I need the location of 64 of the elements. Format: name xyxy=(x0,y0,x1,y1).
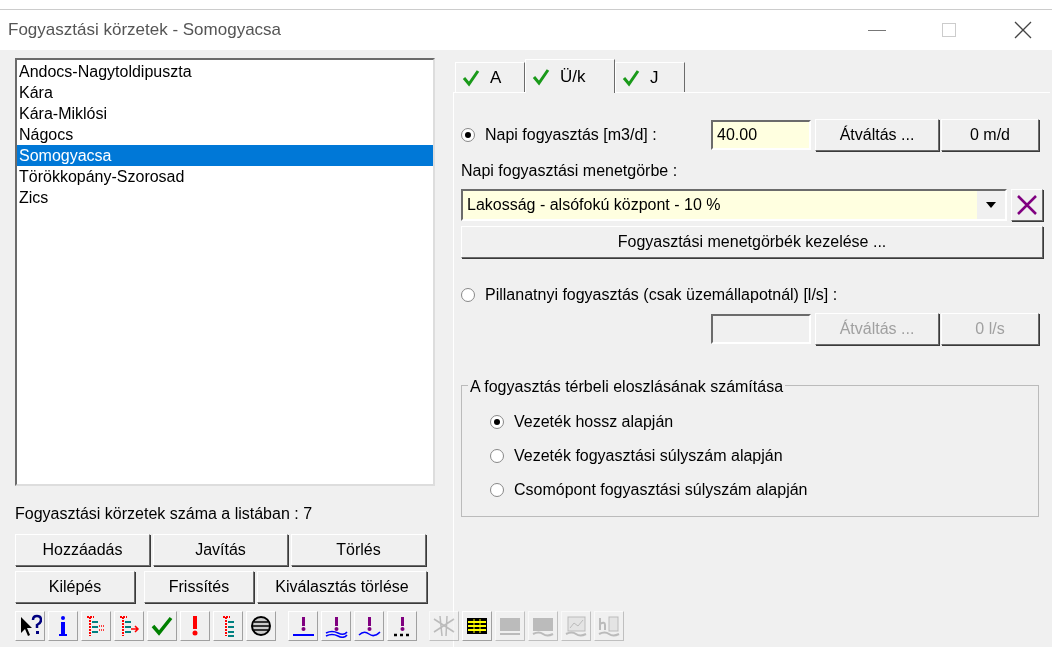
tab[interactable]: A xyxy=(455,62,525,92)
tab[interactable]: J xyxy=(615,62,685,92)
pin-dots-button[interactable] xyxy=(387,611,417,641)
window-title: Fogyasztási körzetek - Somogyacsa xyxy=(8,19,283,42)
instant-consumption-label: Pillanatnyi fogyasztás (csak üzemállapotnál) [l/s] : xyxy=(485,285,838,305)
option-label: Csomópont fogyasztási súlyszám alapján xyxy=(514,480,808,500)
cross-icon xyxy=(1016,194,1038,216)
pin-waves-button[interactable] xyxy=(321,611,351,641)
action-button[interactable]: Kiválasztás törlése xyxy=(257,571,427,603)
pin-waves-icon xyxy=(324,614,348,638)
checkmark-icon xyxy=(462,68,480,87)
pin-line-button[interactable] xyxy=(288,611,318,641)
convert-button[interactable]: Átváltás ... xyxy=(815,119,939,151)
info-button[interactable] xyxy=(48,611,78,641)
pin-line-icon xyxy=(291,614,315,638)
exclamation-button[interactable] xyxy=(180,611,210,641)
tab[interactable]: Ü/k xyxy=(525,59,615,93)
option-label: Vezeték fogyasztási súlyszám alapján xyxy=(514,446,783,466)
action-button[interactable]: Törlés xyxy=(291,534,426,566)
radio-button[interactable] xyxy=(490,415,504,429)
checkmark-button[interactable] xyxy=(147,611,177,641)
list-item[interactable]: Andocs-Nagytoldipuszta xyxy=(17,61,433,82)
help-pointer-icon xyxy=(18,614,42,638)
list-item[interactable]: Kára-Miklósi xyxy=(17,103,433,124)
tree-list-button[interactable] xyxy=(213,611,243,641)
daily-consumption-field[interactable]: 40.00 xyxy=(711,120,811,150)
tree-list-button[interactable] xyxy=(81,611,111,641)
checkmark-icon xyxy=(150,614,174,638)
manage-curves-button[interactable]: Fogyasztási menetgörbék kezelése ... xyxy=(461,226,1043,258)
option-label: Vezeték hossz alapján xyxy=(514,412,674,432)
tree-arrow-button[interactable] xyxy=(114,611,144,641)
sphere-button[interactable] xyxy=(246,611,276,641)
list-item[interactable]: Somogyacsa xyxy=(17,145,433,166)
curve-label: Napi fogyasztási menetgörbe : xyxy=(461,161,679,181)
action-button[interactable]: Frissítés xyxy=(144,571,254,603)
radio-button[interactable] xyxy=(490,483,504,497)
list-item[interactable]: Törökkopány-Szorosad xyxy=(17,166,433,187)
exclamation-icon xyxy=(190,614,200,638)
pin-wave-icon xyxy=(357,614,381,638)
unit-button[interactable]: 0 m/d xyxy=(941,119,1039,151)
daily-consumption-label: Napi fogyasztás [m3/d] : xyxy=(485,125,657,145)
curve-dropdown[interactable]: Lakosság - alsófokú központ - 10 % xyxy=(461,189,1007,221)
close-icon[interactable] xyxy=(1014,21,1032,39)
action-button[interactable]: Hozzáadás xyxy=(15,534,150,566)
table-button[interactable] xyxy=(462,611,492,641)
list-item[interactable]: Nágocs xyxy=(17,124,433,145)
action-button[interactable]: Kilépés xyxy=(15,571,135,603)
count-label: Fogyasztási körzetek száma a listában : 7 xyxy=(15,504,314,524)
help-pointer-button[interactable] xyxy=(15,611,45,641)
network-icon xyxy=(432,614,456,638)
list-item[interactable]: Zics xyxy=(17,187,433,208)
minimize-button[interactable] xyxy=(868,29,886,31)
chart-icon xyxy=(564,614,588,638)
tree-list-icon xyxy=(221,614,235,638)
clear-button[interactable] xyxy=(1011,189,1043,221)
action-button[interactable]: Javítás xyxy=(153,534,288,566)
pin-wave-button[interactable] xyxy=(354,611,384,641)
tree-arrow-icon xyxy=(117,614,141,638)
checkmark-icon xyxy=(622,68,640,87)
radio-button[interactable] xyxy=(490,449,504,463)
sphere-icon xyxy=(249,614,273,638)
checkmark-icon xyxy=(532,67,550,86)
list-item[interactable]: Kára xyxy=(17,82,433,103)
radio-button[interactable] xyxy=(461,128,475,142)
